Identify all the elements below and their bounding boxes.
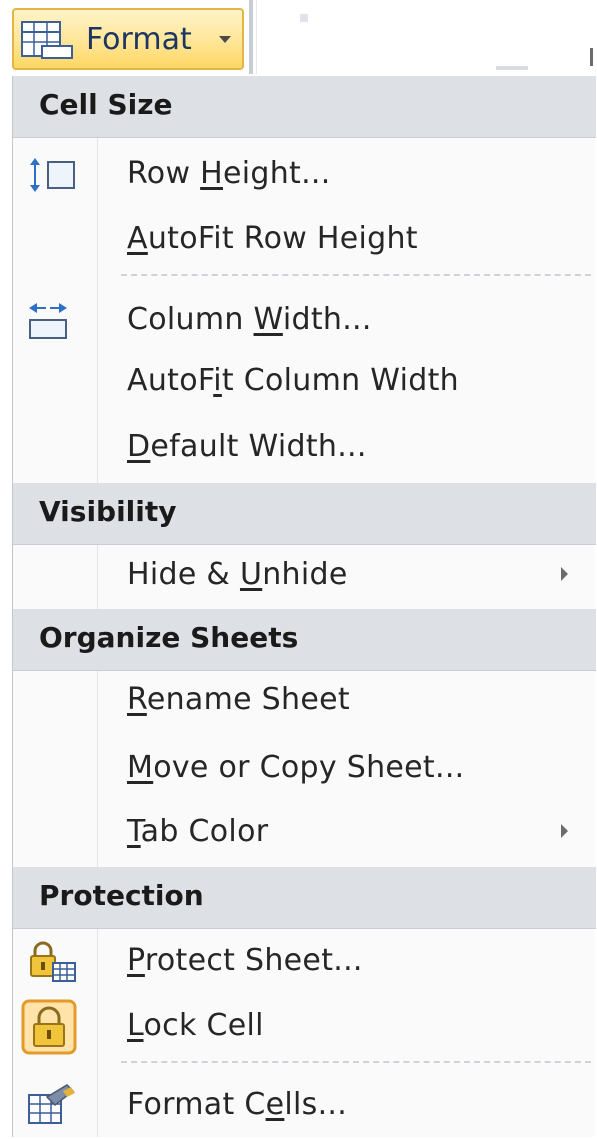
menu-item-default-width[interactable]: Default Width... <box>13 415 596 481</box>
menu-item-label: Row Height... <box>127 156 331 191</box>
menu-item-column-width[interactable]: Column Width... <box>13 288 596 354</box>
lock-cell-icon <box>21 999 77 1055</box>
ribbon-strip: Format <box>0 0 597 76</box>
menu-item-rename-sheet[interactable]: Rename Sheet <box>13 668 596 734</box>
menu-item-label: AutoFit Column Width <box>127 363 459 398</box>
menu-item-autofit-column-width[interactable]: AutoFit Column Width <box>13 349 596 415</box>
section-title: Organize Sheets <box>39 621 299 654</box>
format-cells-icon <box>28 1084 75 1124</box>
menu-item-row-height[interactable]: Row Height... <box>13 142 596 208</box>
section-header-cell-size: Cell Size <box>13 76 596 138</box>
format-button-label: Format <box>86 22 192 57</box>
row-height-icon <box>30 158 75 192</box>
column-width-icon <box>29 303 67 339</box>
menu-item-label: Hide & Unhide <box>127 557 348 592</box>
protect-sheet-icon <box>30 941 76 982</box>
section-title: Cell Size <box>39 88 173 121</box>
menu-item-label: Move or Copy Sheet... <box>127 750 465 785</box>
menu-item-tab-color[interactable]: Tab Color <box>13 800 596 866</box>
submenu-arrow-icon <box>561 824 568 838</box>
ribbon-separator-light <box>256 0 257 74</box>
menu-item-label: Tab Color <box>127 814 269 849</box>
format-dropdown-menu: Cell Size Row Height... AutoFit Row Heig… <box>12 76 596 1139</box>
menu-item-protect-sheet[interactable]: Protect Sheet... <box>13 929 596 995</box>
menu-item-move-or-copy-sheet[interactable]: Move or Copy Sheet... <box>13 736 596 802</box>
menu-separator <box>121 274 591 276</box>
section-header-organize-sheets: Organize Sheets <box>13 609 596 671</box>
ribbon-fragment <box>300 14 308 22</box>
section-title: Visibility <box>39 495 177 528</box>
chevron-down-icon <box>219 36 231 43</box>
menu-item-label: AutoFit Row Height <box>127 221 418 256</box>
menu-item-label: Protect Sheet... <box>127 943 363 978</box>
ribbon-fragment-tick <box>590 48 593 66</box>
format-table-icon <box>21 21 73 59</box>
section-header-protection: Protection <box>13 867 596 929</box>
ribbon-fragment-line <box>496 66 528 70</box>
submenu-arrow-icon <box>561 567 568 581</box>
section-title: Protection <box>39 879 204 912</box>
menu-item-hide-unhide[interactable]: Hide & Unhide <box>13 543 596 609</box>
menu-item-label: Rename Sheet <box>127 682 350 717</box>
format-button[interactable]: Format <box>12 8 244 70</box>
menu-item-format-cells[interactable]: Format Cells... <box>13 1073 596 1139</box>
menu-separator <box>121 1061 591 1063</box>
menu-item-label: Format Cells... <box>127 1087 348 1122</box>
menu-item-lock-cell[interactable]: Lock Cell <box>13 994 596 1060</box>
menu-item-label: Default Width... <box>127 429 367 464</box>
section-header-visibility: Visibility <box>13 483 596 545</box>
menu-item-label: Lock Cell <box>127 1008 264 1043</box>
menu-item-autofit-row-height[interactable]: AutoFit Row Height <box>13 207 596 273</box>
menu-item-label: Column Width... <box>127 302 372 337</box>
ribbon-separator <box>249 0 253 74</box>
